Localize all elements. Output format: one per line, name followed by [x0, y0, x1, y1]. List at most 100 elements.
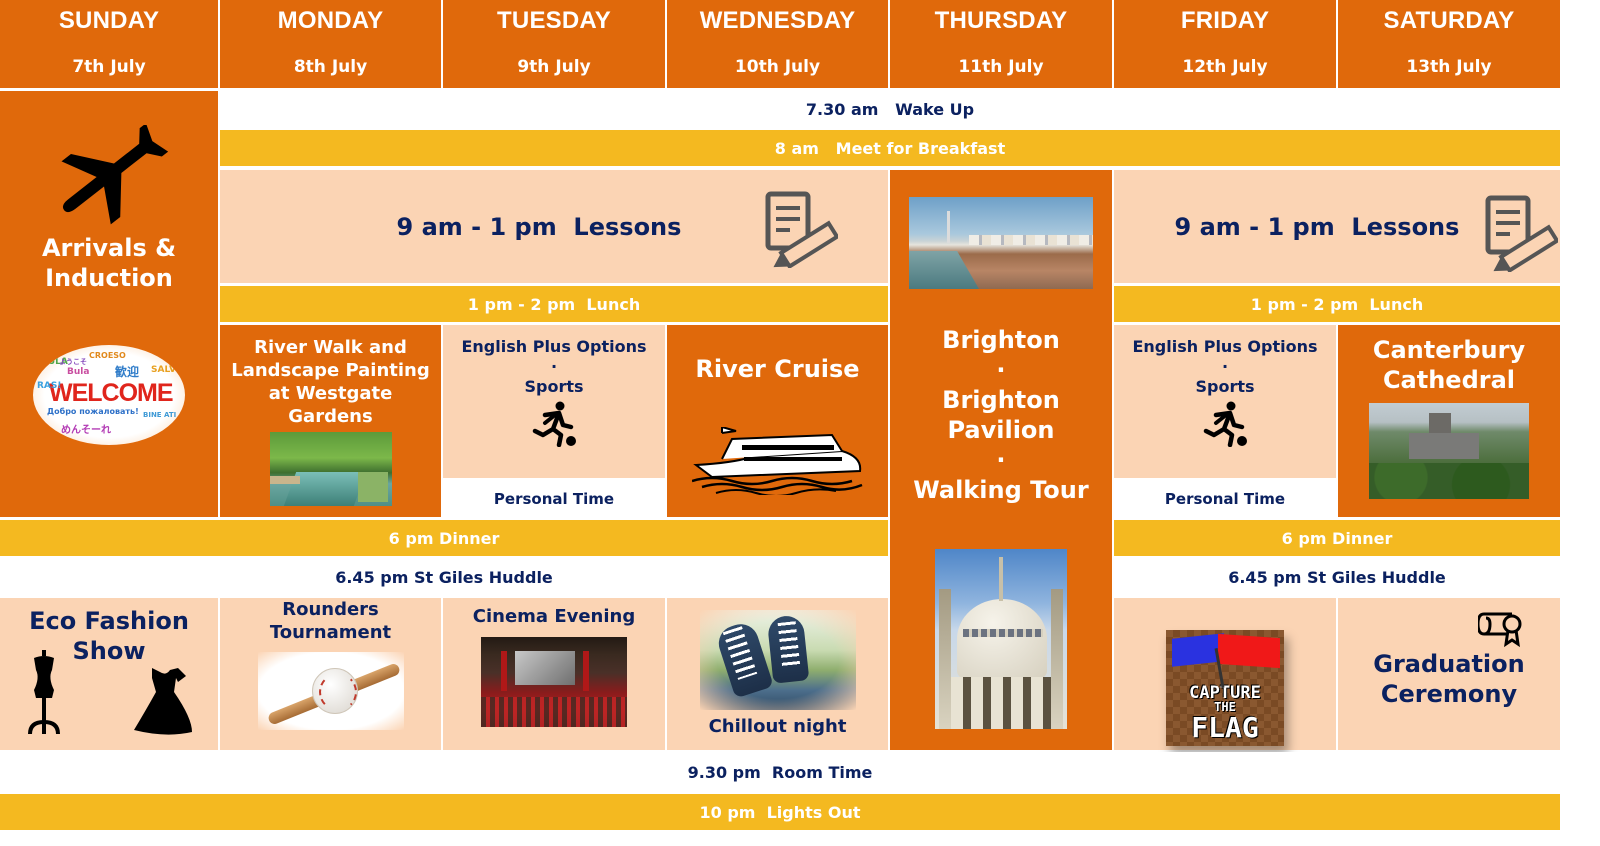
flag-title-line: CAPTURE	[1189, 683, 1261, 703]
welcome-word: BINE ATI	[143, 411, 177, 419]
lights-out-text: 10 pm Lights Out	[699, 802, 861, 822]
cinema-photo	[481, 637, 627, 727]
friday-afternoon-cell: English Plus Options · Sports	[1114, 325, 1336, 478]
welcome-word-main: WELCOME	[49, 379, 174, 407]
brighton-title: Brighton · Brighton Pavilion · Walking T…	[913, 325, 1088, 505]
football-player-icon	[532, 401, 576, 447]
chillout-night-title: Chillout night	[708, 716, 847, 737]
river-cruise-title: River Cruise	[695, 355, 860, 383]
day-name: SUNDAY	[58, 7, 160, 34]
brighton-pavilion-photo	[935, 549, 1067, 729]
day-name: SATURDAY	[1383, 7, 1515, 34]
day-name: TUESDAY	[497, 7, 611, 34]
sports-label: Sports	[524, 376, 584, 396]
title-line: at Westgate	[268, 383, 393, 404]
airplane-icon	[61, 125, 169, 225]
welcome-word: ようこそ	[59, 358, 87, 366]
lessons-cell-mon-wed: 9 am - 1 pm Lessons	[220, 170, 888, 283]
football-player-icon	[1203, 401, 1247, 447]
cathedral-photo	[1369, 403, 1529, 499]
wake-up-row: 7.30 am Wake Up	[220, 91, 1560, 128]
welcome-word: Добро пожаловать!	[47, 407, 139, 416]
day-header-wednesday: WEDNESDAY 10th July	[667, 0, 888, 88]
welcome-image: BULA CROESO SALVE Bula 歓迎 ようこそ WELCOME Д…	[33, 345, 185, 445]
lunch-row-fri-sat: 1 pm - 2 pm Lunch	[1114, 286, 1560, 322]
day-header-saturday: SATURDAY 13th July	[1338, 0, 1560, 88]
lights-out-row: 10 pm Lights Out	[0, 794, 1560, 830]
lunch-text: 1 pm - 2 pm Lunch	[1250, 294, 1424, 314]
canterbury-title: Canterbury Cathedral	[1373, 335, 1525, 395]
title-line: Gardens	[288, 406, 373, 427]
monday-afternoon-cell: River Walk and Landscape Painting at Wes…	[220, 325, 441, 517]
breakfast-row: 8 am Meet for Breakfast	[220, 130, 1560, 166]
day-name: FRIDAY	[1180, 7, 1270, 34]
title-line: Tournament	[269, 622, 392, 643]
boat-icon	[691, 427, 862, 495]
arrivals-line-2: Induction	[45, 264, 173, 292]
day-date: 9th July	[517, 57, 591, 77]
cinema-evening-title: Cinema Evening	[472, 606, 636, 627]
separator-dot: ·	[996, 356, 1006, 384]
day-date: 7th July	[72, 57, 146, 77]
lunch-row-mon-wed: 1 pm - 2 pm Lunch	[220, 286, 888, 322]
day-name: MONDAY	[277, 7, 384, 34]
lessons-text: 9 am - 1 pm Lessons	[1174, 212, 1460, 241]
sunday-evening-cell: Eco Fashion Show	[0, 598, 218, 750]
huddle-text: 6.45 pm St Giles Huddle	[335, 567, 553, 587]
friday-evening-cell: CAPTURE THE FLAG	[1114, 598, 1336, 750]
day-date: 11th July	[958, 57, 1044, 77]
dinner-text: 6 pm Dinner	[388, 528, 500, 548]
title-line: Rounders	[282, 599, 379, 620]
breakfast-text: 8 am Meet for Breakfast	[774, 138, 1006, 158]
title-line: Walking Tour	[913, 476, 1089, 504]
welcome-word: SALVE	[151, 365, 183, 375]
day-date: 10th July	[734, 57, 821, 77]
title-line: Pavilion	[947, 416, 1055, 444]
mannequin-icon	[28, 650, 60, 735]
huddle-text: 6.45 pm St Giles Huddle	[1228, 567, 1446, 587]
title-line: Landscape Painting	[231, 360, 430, 381]
huddle-row-fri-sat: 6.45 pm St Giles Huddle	[1114, 558, 1560, 596]
sports-label: Sports	[1195, 376, 1255, 396]
day-header-monday: MONDAY 8th July	[220, 0, 441, 88]
title-line: Brighton	[942, 326, 1060, 354]
tuesday-afternoon-cell: English Plus Options · Sports	[443, 325, 665, 478]
river-walk-title: River Walk and Landscape Painting at Wes…	[231, 336, 430, 428]
day-date: 12th July	[1182, 57, 1268, 77]
english-plus-label: English Plus Options	[1132, 336, 1318, 356]
arrivals-title: Arrivals & Induction	[42, 233, 176, 293]
welcome-word: めんそーれ	[61, 425, 111, 436]
dinner-text: 6 pm Dinner	[1281, 528, 1393, 548]
wednesday-afternoon-cell: River Cruise	[667, 325, 888, 517]
lessons-cell-fri-sat: 9 am - 1 pm Lessons	[1114, 170, 1560, 283]
title-line: Ceremony	[1380, 680, 1518, 708]
wake-up-text: 7.30 am Wake Up	[805, 100, 975, 119]
title-line: River Walk and	[254, 337, 407, 358]
arrivals-line-1: Arrivals &	[41, 234, 177, 262]
title-line: Eco Fashion	[29, 607, 189, 635]
day-name: THURSDAY	[934, 7, 1068, 34]
flag-title-line: FLAG	[1191, 711, 1259, 744]
lesson-notes-icon	[765, 191, 838, 268]
personal-time-label: Personal Time	[493, 489, 615, 508]
bat-and-ball-photo	[257, 652, 404, 730]
separator-dot: ·	[996, 446, 1006, 474]
title-line: Canterbury	[1372, 336, 1526, 364]
friday-personal-time: Personal Time	[1114, 480, 1336, 517]
dinner-row-fri-sat: 6 pm Dinner	[1114, 520, 1560, 556]
day-header-tuesday: TUESDAY 9th July	[443, 0, 665, 88]
thursday-brighton-cell: Brighton · Brighton Pavilion · Walking T…	[890, 170, 1112, 750]
saturday-afternoon-cell: Canterbury Cathedral	[1338, 325, 1560, 517]
saturday-evening-cell: Graduation Ceremony	[1338, 598, 1560, 750]
separator-dot: ·	[550, 356, 558, 376]
dress-icon	[134, 668, 192, 735]
day-name: WEDNESDAY	[699, 7, 856, 34]
wednesday-evening-cell: Chillout night	[667, 598, 888, 750]
day-date: 13th July	[1406, 57, 1492, 77]
title-line: Brighton	[942, 386, 1060, 414]
river-photo	[269, 432, 392, 506]
day-header-friday: FRIDAY 12th July	[1114, 0, 1336, 88]
day-header-thursday: THURSDAY 11th July	[890, 0, 1112, 88]
brighton-beach-photo	[909, 197, 1093, 289]
diploma-icon	[1478, 612, 1522, 648]
